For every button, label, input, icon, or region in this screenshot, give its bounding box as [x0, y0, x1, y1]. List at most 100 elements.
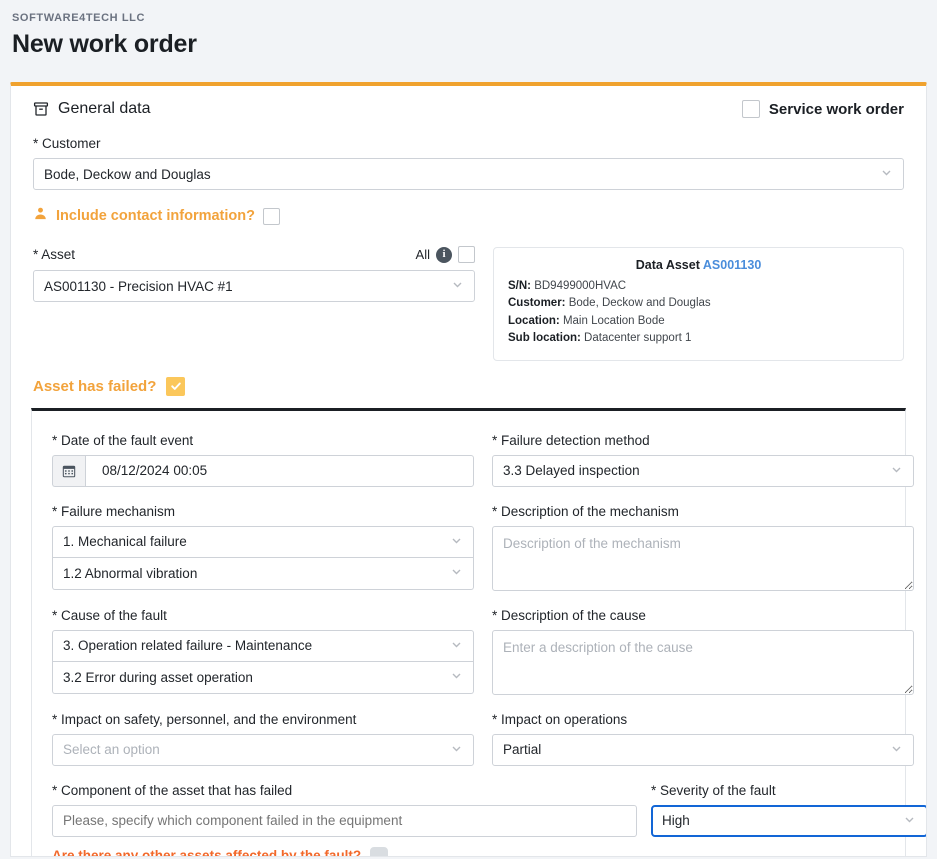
- include-contact-information-row[interactable]: Include contact information?: [33, 206, 904, 226]
- all-assets-checkbox[interactable]: [458, 246, 475, 263]
- section-title-group: General data: [33, 100, 151, 118]
- other-assets-affected-row[interactable]: Are there any other assets affected by t…: [52, 846, 637, 857]
- chevron-down-icon: [450, 669, 463, 685]
- chevron-down-icon: [890, 463, 903, 479]
- failure-mechanism-group: * Failure mechanism 1. Mechanical failur…: [52, 504, 474, 591]
- impact-operations-group: * Impact on operations Partial: [492, 712, 914, 766]
- fault-cause-primary-select[interactable]: 3. Operation related failure - Maintenan…: [52, 629, 474, 662]
- asset-has-failed-row[interactable]: Asset has failed?: [33, 376, 904, 396]
- section-header: General data Service work order: [33, 100, 904, 118]
- asset-select[interactable]: AS001130 - Precision HVAC #1: [33, 270, 475, 302]
- fault-cause-secondary-select[interactable]: 3.2 Error during asset operation: [52, 661, 474, 694]
- general-data-card: General data Service work order * Custom…: [10, 82, 927, 857]
- impact-safety-label: * Impact on safety, personnel, and the e…: [52, 711, 357, 727]
- failure-mechanism-primary-value: 1. Mechanical failure: [63, 534, 187, 550]
- other-assets-affected-label: Are there any other assets affected by t…: [52, 848, 362, 857]
- service-work-order-checkbox[interactable]: [741, 100, 760, 118]
- fault-date-label: * Date of the fault event: [52, 432, 194, 448]
- calendar-icon[interactable]: [52, 454, 85, 487]
- fault-cause-selects: 3. Operation related failure - Maintenan…: [52, 629, 474, 694]
- chevron-down-icon: [450, 565, 463, 581]
- customer-select[interactable]: Bode, Deckow and Douglas: [33, 158, 904, 190]
- customer-value: Bode, Deckow and Douglas: [44, 166, 211, 182]
- chevron-down-icon: [451, 278, 464, 294]
- asset-info-value: BD9499000HVAC: [534, 280, 627, 292]
- fault-bottom-row: * Component of the asset that has failed…: [52, 782, 926, 857]
- customer-label: * Customer: [33, 136, 101, 151]
- failed-component-input[interactable]: [52, 804, 637, 837]
- impact-safety-group: * Impact on safety, personnel, and the e…: [52, 712, 474, 766]
- asset-info-key: S/N:: [508, 280, 531, 292]
- organization-name: SOFTWARE4TECH LLC: [12, 12, 146, 24]
- asset-value: AS001130 - Precision HVAC #1: [44, 278, 233, 294]
- failure-detection-method-select[interactable]: 3.3 Delayed inspection: [492, 454, 914, 487]
- asset-info-panel: Data Asset AS001130 S/N: BD9499000HVAC C…: [493, 247, 904, 361]
- failure-mechanism-secondary-select[interactable]: 1.2 Abnormal vibration: [52, 557, 474, 590]
- cause-description-group: * Description of the cause: [492, 608, 914, 695]
- asset-info-row: Location: Main Location Bode: [508, 313, 889, 330]
- asset-has-failed-label: Asset has failed?: [33, 377, 157, 395]
- failed-component-label: * Component of the asset that has failed: [52, 782, 293, 798]
- impact-operations-select[interactable]: Partial: [492, 733, 914, 766]
- chevron-down-icon: [450, 638, 463, 654]
- mechanism-description-group: * Description of the mechanism: [492, 504, 914, 591]
- fault-severity-group: * Severity of the fault High: [651, 783, 926, 837]
- asset-id-link[interactable]: AS001130: [703, 258, 761, 272]
- service-work-order-toggle[interactable]: Service work order: [741, 100, 904, 118]
- chevron-down-icon: [903, 813, 916, 829]
- asset-info-key: Sub location:: [508, 332, 581, 345]
- failure-mechanism-selects: 1. Mechanical failure 1.2 Abnormal vibra…: [52, 525, 474, 590]
- failure-detection-method-group: * Failure detection method 3.3 Delayed i…: [492, 433, 914, 487]
- asset-info-row: Customer: Bode, Deckow and Douglas: [508, 295, 889, 312]
- section-title-label: General data: [58, 100, 151, 117]
- customer-field-group: * Customer Bode, Deckow and Douglas: [33, 136, 904, 190]
- fault-cause-label: * Cause of the fault: [52, 607, 167, 623]
- fault-cause-secondary-value: 3.2 Error during asset operation: [63, 669, 253, 685]
- chevron-down-icon: [450, 742, 463, 758]
- failure-mechanism-secondary-value: 1.2 Abnormal vibration: [63, 565, 198, 581]
- cause-description-textarea[interactable]: [492, 629, 914, 695]
- failure-detection-method-label: * Failure detection method: [492, 432, 650, 448]
- asset-info-value: Datacenter support 1: [584, 332, 692, 345]
- failure-detection-method-value: 3.3 Delayed inspection: [503, 463, 640, 479]
- chevron-down-icon: [450, 534, 463, 550]
- other-assets-affected-checkbox[interactable]: [370, 846, 389, 856]
- all-assets-label: All: [415, 247, 430, 262]
- service-work-order-label: Service work order: [768, 100, 904, 118]
- asset-info-row: Sub location: Datacenter support 1: [508, 330, 889, 347]
- fault-cause-primary-value: 3. Operation related failure - Maintenan…: [63, 638, 313, 654]
- page-header: SOFTWARE4TECH LLC New work order: [0, 0, 937, 82]
- asset-info-key: Customer:: [508, 297, 566, 310]
- asset-label: * Asset: [33, 247, 76, 262]
- impact-operations-value: Partial: [503, 742, 542, 758]
- asset-info-value: Main Location Bode: [562, 314, 665, 327]
- asset-info-title-prefix: Data Asset: [635, 258, 700, 272]
- mechanism-description-textarea[interactable]: [492, 525, 914, 591]
- chevron-down-icon: [890, 742, 903, 758]
- asset-has-failed-checkbox[interactable]: [166, 376, 186, 396]
- fault-severity-select[interactable]: High: [651, 804, 926, 837]
- fault-date-group: * Date of the fault event 08/12/2024 00:…: [52, 433, 474, 487]
- impact-operations-label: * Impact on operations: [492, 711, 628, 727]
- asset-row: * Asset All i AS001130 - Precision HVAC …: [33, 246, 904, 361]
- include-contact-information-checkbox[interactable]: [262, 207, 280, 225]
- fault-date-value[interactable]: 08/12/2024 00:05: [85, 454, 474, 487]
- impact-safety-select[interactable]: Select an option: [52, 733, 474, 766]
- fault-cause-group: * Cause of the fault 3. Operation relate…: [52, 608, 474, 695]
- asset-field-group: * Asset All i AS001130 - Precision HVAC …: [33, 246, 475, 302]
- user-icon: [33, 206, 48, 226]
- info-icon[interactable]: i: [436, 246, 452, 263]
- all-assets-toggle[interactable]: All i: [416, 246, 475, 263]
- cause-description-label: * Description of the cause: [492, 607, 646, 623]
- fault-severity-value: High: [662, 813, 690, 829]
- failed-component-group: * Component of the asset that has failed…: [52, 782, 637, 857]
- failure-mechanism-label: * Failure mechanism: [52, 503, 176, 519]
- fault-details-panel: * Date of the fault event 08/12/2024 00:…: [31, 407, 926, 857]
- mechanism-description-label: * Description of the mechanism: [492, 503, 679, 519]
- include-contact-information-label: Include contact information?: [56, 208, 255, 224]
- failure-mechanism-primary-select[interactable]: 1. Mechanical failure: [52, 525, 474, 558]
- chevron-down-icon: [880, 166, 893, 182]
- fault-date-input-wrap[interactable]: 08/12/2024 00:05: [52, 454, 474, 487]
- impact-safety-value: Select an option: [63, 742, 160, 758]
- asset-info-row: S/N: BD9499000HVAC: [508, 278, 889, 295]
